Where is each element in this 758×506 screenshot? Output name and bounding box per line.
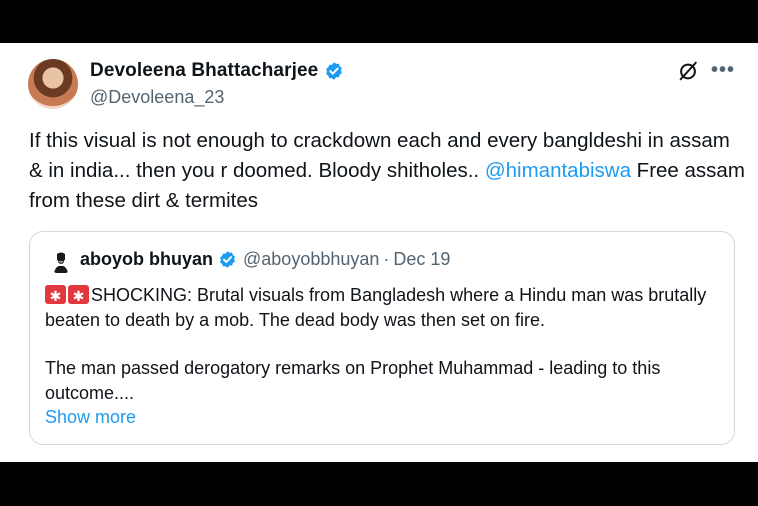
police-light-icon <box>68 284 89 309</box>
more-icon[interactable]: ••• <box>711 59 735 82</box>
quoted-header: aboyob bhuyan @aboyobbhuyan · Dec 19 <box>80 249 450 270</box>
police-light-icon <box>45 284 66 309</box>
post-card[interactable]: Devoleena Bhattacharjee @Devoleena_23 ••… <box>0 43 758 462</box>
verified-badge-icon <box>326 62 343 80</box>
author-display-name[interactable]: Devoleena Bhattacharjee <box>90 60 318 82</box>
quoted-line-1: SHOCKING: Brutal visuals from Bangladesh… <box>45 285 707 330</box>
show-more-link[interactable]: Show more <box>45 405 725 430</box>
author-handle[interactable]: @Devoleena_23 <box>90 87 224 108</box>
grok-icon[interactable] <box>677 60 699 82</box>
quoted-handle[interactable]: @aboyobbhuyan <box>243 249 379 270</box>
mention-link[interactable]: @himantabiswa <box>485 159 631 182</box>
verified-badge-icon <box>220 251 235 268</box>
quoted-separator: · <box>383 249 390 269</box>
quoted-date[interactable]: Dec 19 <box>393 249 450 270</box>
quoted-post[interactable]: aboyob bhuyan @aboyobbhuyan · Dec 19 SHO… <box>29 231 735 445</box>
author-avatar[interactable] <box>28 59 78 109</box>
post-text: If this visual is not enough to crackdow… <box>29 126 749 216</box>
quoted-paragraph-1: SHOCKING: Brutal visuals from Bangladesh… <box>45 283 725 332</box>
quoted-author-avatar[interactable] <box>48 248 74 274</box>
quoted-line-2: The man passed derogatory remarks on Pro… <box>45 358 661 403</box>
quoted-text: SHOCKING: Brutal visuals from Bangladesh… <box>45 283 725 430</box>
author-name-row: Devoleena Bhattacharjee <box>90 60 344 82</box>
quoted-display-name[interactable]: aboyob bhuyan <box>80 249 213 270</box>
